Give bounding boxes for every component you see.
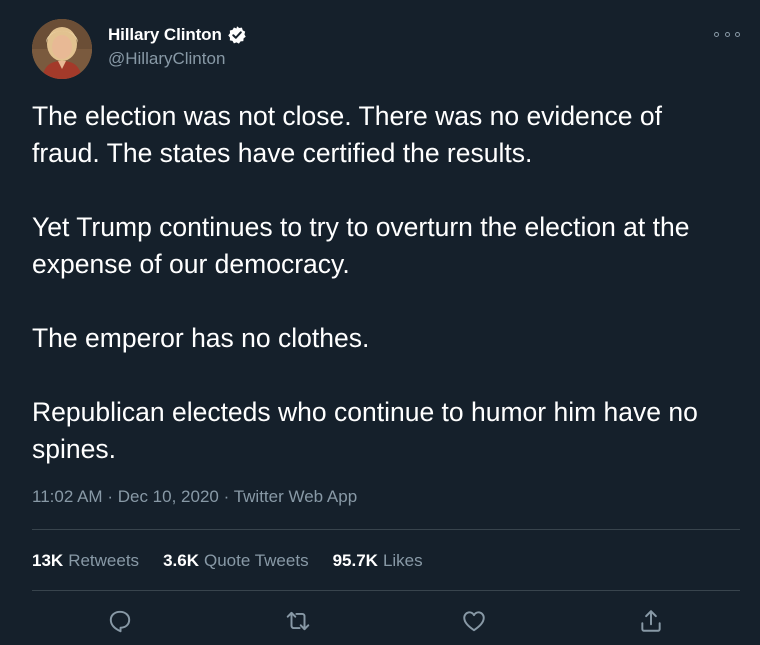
tweet-text: The election was not close. There was no… [32, 98, 732, 468]
likes-count: 95.7K [332, 551, 378, 570]
profile-photo-icon [32, 19, 92, 79]
retweets-count: 13K [32, 551, 64, 570]
retweets-label: Retweets [68, 551, 140, 570]
verified-badge-icon [227, 25, 247, 45]
retweet-icon[interactable] [284, 607, 312, 635]
tweet-actions [0, 603, 760, 643]
like-icon[interactable] [460, 607, 488, 635]
author-display-name[interactable]: Hillary Clinton [108, 25, 222, 45]
tweet-paragraph: The emperor has no clothes. [32, 323, 370, 353]
tweet-detail: Hillary Clinton @HillaryClinton The elec… [0, 0, 760, 645]
divider [32, 590, 740, 591]
tweet-date[interactable]: Dec 10, 2020 [118, 487, 219, 506]
reply-icon[interactable] [106, 607, 134, 635]
author-name-row[interactable]: Hillary Clinton [108, 24, 247, 46]
tweet-paragraph: The election was not close. There was no… [32, 101, 662, 168]
tweet-source[interactable]: Twitter Web App [234, 487, 357, 506]
author-handle[interactable]: @HillaryClinton [108, 49, 225, 69]
likes-stat[interactable]: 95.7K Likes [333, 551, 423, 571]
tweet-stats: 13K Retweets 3.6K Quote Tweets 95.7K Likes [32, 551, 447, 571]
avatar[interactable] [32, 19, 92, 79]
quote-tweets-stat[interactable]: 3.6K Quote Tweets [163, 551, 309, 571]
tweet-meta: 11:02 AM · Dec 10, 2020 · Twitter Web Ap… [32, 487, 357, 507]
quote-tweets-label: Quote Tweets [203, 551, 309, 570]
likes-label: Likes [382, 551, 423, 570]
tweet-paragraph: Yet Trump continues to try to overturn t… [32, 212, 690, 279]
quote-tweets-count: 3.6K [163, 551, 199, 570]
meta-separator: · [107, 487, 113, 506]
meta-separator: · [223, 487, 230, 506]
more-options-icon[interactable] [714, 27, 740, 41]
retweets-stat[interactable]: 13K Retweets [32, 551, 139, 571]
tweet-paragraph: Republican electeds who continue to humo… [32, 397, 698, 464]
share-icon[interactable] [637, 607, 665, 635]
divider [32, 529, 740, 530]
tweet-time[interactable]: 11:02 AM [32, 487, 103, 506]
